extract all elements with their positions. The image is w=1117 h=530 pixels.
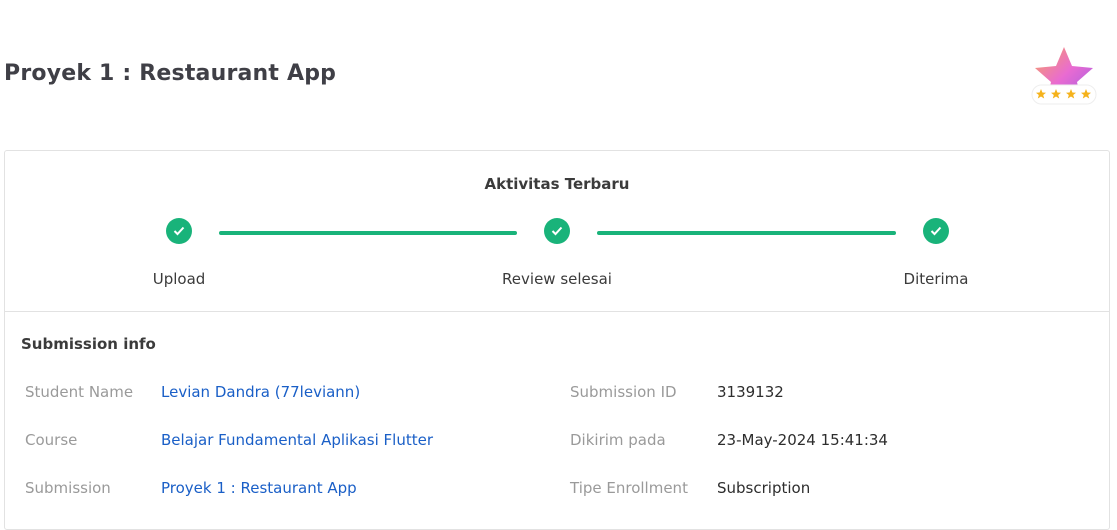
sent-at-value: 23-May-2024 15:41:34 bbox=[717, 431, 888, 449]
step-upload-check-icon bbox=[166, 218, 192, 244]
step-connector bbox=[597, 231, 896, 235]
submission-label: Submission bbox=[25, 479, 111, 497]
submission-card: Aktivitas Terbaru Upload Review selesai … bbox=[4, 150, 1110, 530]
step-label-review: Review selesai bbox=[502, 270, 612, 288]
student-name-label: Student Name bbox=[25, 383, 134, 401]
step-review-check-icon bbox=[544, 218, 570, 244]
activity-title: Aktivitas Terbaru bbox=[484, 175, 630, 193]
student-name-link[interactable]: Levian Dandra (77leviann) bbox=[161, 383, 360, 401]
divider bbox=[5, 311, 1109, 312]
submission-link[interactable]: Proyek 1 : Restaurant App bbox=[161, 479, 357, 497]
course-label: Course bbox=[25, 431, 78, 449]
step-label-accepted: Diterima bbox=[903, 270, 969, 288]
step-connector bbox=[219, 231, 517, 235]
submission-id-label: Submission ID bbox=[570, 383, 677, 401]
step-accepted-check-icon bbox=[923, 218, 949, 244]
submission-id-value: 3139132 bbox=[717, 383, 784, 401]
course-link[interactable]: Belajar Fundamental Aplikasi Flutter bbox=[161, 431, 433, 449]
star-rating-badge-icon bbox=[1030, 44, 1098, 112]
enrollment-type-value: Subscription bbox=[717, 479, 811, 497]
step-label-upload: Upload bbox=[152, 270, 206, 288]
submission-info-title: Submission info bbox=[21, 335, 156, 353]
enrollment-type-label: Tipe Enrollment bbox=[570, 479, 688, 497]
page-title: Proyek 1 : Restaurant App bbox=[4, 61, 337, 86]
sent-at-label: Dikirim pada bbox=[570, 431, 666, 449]
